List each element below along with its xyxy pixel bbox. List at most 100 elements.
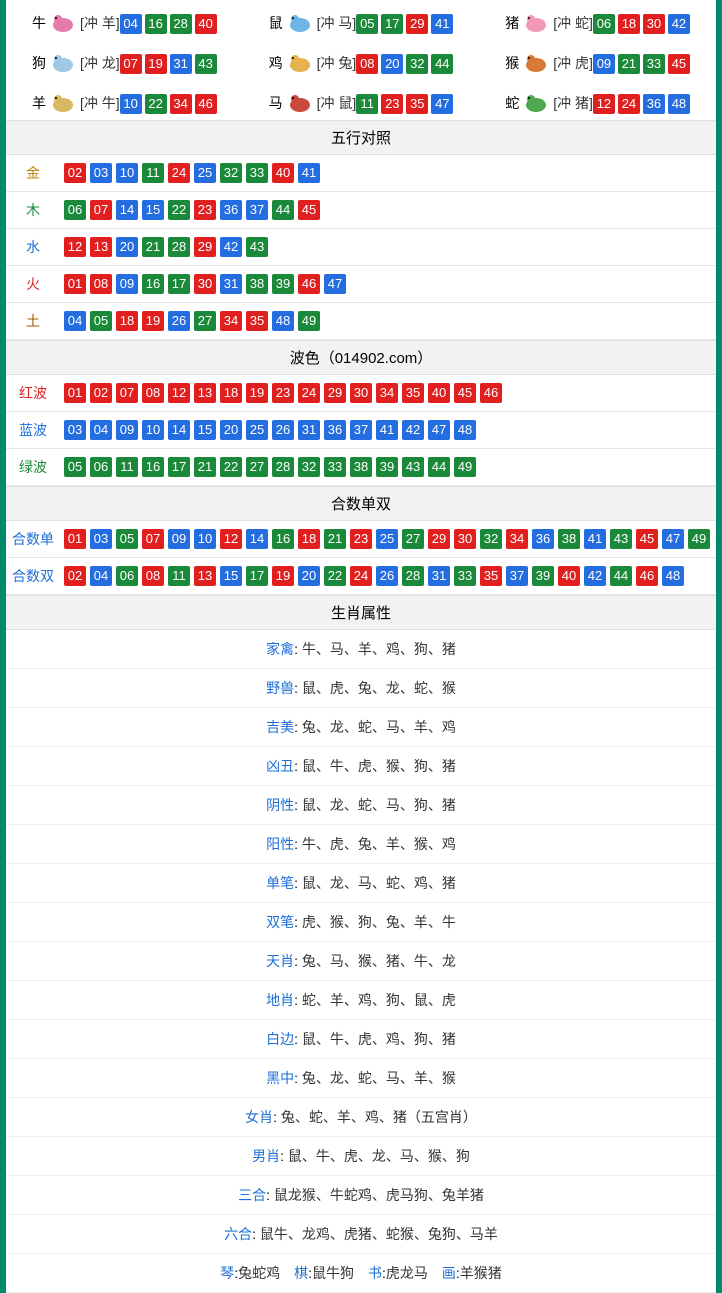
table-row: 合数单0103050709101214161821232527293032343… <box>6 521 716 558</box>
row-label: 合数单 <box>6 521 60 557</box>
number-chip: 11 <box>116 457 138 477</box>
number-chip: 25 <box>376 529 398 549</box>
number-chip: 08 <box>90 274 112 294</box>
number-chip: 08 <box>356 54 378 74</box>
attr-value: 鼠、牛、虎、龙、马、猴、狗 <box>288 1148 470 1164</box>
attr-value: 鼠、龙、蛇、马、狗、猪 <box>302 797 456 813</box>
attr-key: 书 <box>368 1265 382 1281</box>
attr-row: 三合: 鼠龙猴、牛蛇鸡、虎马狗、兔羊猪 <box>6 1176 716 1215</box>
number-chip: 44 <box>610 566 632 586</box>
number-chip: 10 <box>120 94 142 114</box>
zodiac-numbers: 12243648 <box>593 94 690 114</box>
number-chip: 21 <box>194 457 216 477</box>
number-chip: 21 <box>142 237 164 257</box>
attr-key: 家禽 <box>266 641 294 657</box>
attr-key: 琴 <box>220 1265 234 1281</box>
number-chip: 30 <box>643 14 665 34</box>
number-chip: 08 <box>142 383 164 403</box>
zodiac-name: 狗 <box>32 53 46 73</box>
number-chip: 17 <box>168 274 190 294</box>
horse-icon <box>285 92 315 114</box>
zodiac-name: 牛 <box>32 13 46 33</box>
number-chip: 31 <box>220 274 242 294</box>
number-chip: 30 <box>454 529 476 549</box>
number-chip: 09 <box>116 274 138 294</box>
attr-row: 家禽: 牛、马、羊、鸡、狗、猪 <box>6 630 716 669</box>
attr-value: 鼠牛狗 <box>312 1265 354 1281</box>
number-chip: 49 <box>298 311 320 331</box>
number-chip: 10 <box>194 529 216 549</box>
row-numbers: 0204060811131517192022242628313335373940… <box>60 560 716 592</box>
number-chip: 01 <box>64 274 86 294</box>
number-chip: 32 <box>406 54 428 74</box>
row-label: 土 <box>6 303 60 339</box>
number-chip: 21 <box>324 529 346 549</box>
table-row: 红波0102070812131819232429303435404546 <box>6 375 716 412</box>
row-numbers: 03040910141520252631363741424748 <box>60 414 716 446</box>
attr-value: 牛、虎、兔、羊、猴、鸡 <box>302 836 456 852</box>
ox-icon <box>48 12 78 34</box>
row-numbers: 0108091617303138394647 <box>60 268 716 300</box>
number-chip: 26 <box>376 566 398 586</box>
attr-row: 阳性: 牛、虎、兔、羊、猴、鸡 <box>6 825 716 864</box>
number-chip: 12 <box>220 529 242 549</box>
row-numbers: 06071415222336374445 <box>60 194 716 226</box>
zodiac-title: 猪[冲 蛇] <box>505 12 593 34</box>
attr-key: 六合 <box>224 1226 252 1242</box>
attr-value: 鼠、虎、兔、龙、蛇、猴 <box>302 680 456 696</box>
number-chip: 44 <box>431 54 453 74</box>
attr-key: 三合 <box>238 1187 266 1203</box>
attr-key: 阳性 <box>266 836 294 852</box>
number-chip: 02 <box>64 163 86 183</box>
number-chip: 35 <box>480 566 502 586</box>
number-chip: 30 <box>350 383 372 403</box>
zodiac-conflict: [冲 鼠] <box>317 93 357 113</box>
number-chip: 17 <box>168 457 190 477</box>
number-chip: 09 <box>593 54 615 74</box>
table-row: 金02031011242532334041 <box>6 155 716 192</box>
number-chip: 47 <box>431 94 453 114</box>
attr-key: 棋 <box>294 1265 308 1281</box>
number-chip: 13 <box>90 237 112 257</box>
number-chip: 31 <box>298 420 320 440</box>
number-chip: 46 <box>480 383 502 403</box>
zodiac-conflict: [冲 马] <box>317 13 357 33</box>
pig-icon <box>521 12 551 34</box>
number-chip: 11 <box>142 163 164 183</box>
number-chip: 47 <box>428 420 450 440</box>
number-chip: 18 <box>220 383 242 403</box>
number-chip: 17 <box>381 14 403 34</box>
row-numbers: 04051819262734354849 <box>60 305 716 337</box>
number-chip: 02 <box>64 566 86 586</box>
zodiac-title: 猴[冲 虎] <box>505 52 593 74</box>
number-chip: 15 <box>142 200 164 220</box>
rat-icon <box>285 12 315 34</box>
zodiac-cell-rooster: 鸡[冲 兔]08203244 <box>243 40 480 80</box>
attr-row: 双笔: 虎、猴、狗、兔、羊、牛 <box>6 903 716 942</box>
number-chip: 38 <box>558 529 580 549</box>
number-chip: 10 <box>116 163 138 183</box>
number-chip: 35 <box>406 94 428 114</box>
number-chip: 04 <box>90 566 112 586</box>
zodiac-numbers: 06183042 <box>593 14 690 34</box>
row-label: 水 <box>6 229 60 265</box>
row-numbers: 1213202128294243 <box>60 231 716 263</box>
number-chip: 30 <box>194 274 216 294</box>
number-chip: 19 <box>145 54 167 74</box>
row-numbers: 05061116172122272832333839434449 <box>60 451 716 483</box>
number-chip: 11 <box>168 566 190 586</box>
zodiac-grid: 牛[冲 羊]04162840鼠[冲 马]05172941猪[冲 蛇]061830… <box>6 0 716 120</box>
main-frame: 牛[冲 羊]04162840鼠[冲 马]05172941猪[冲 蛇]061830… <box>0 0 722 1293</box>
zodiac-conflict: [冲 龙] <box>80 53 120 73</box>
number-chip: 32 <box>220 163 242 183</box>
number-chip: 33 <box>643 54 665 74</box>
zodiac-title: 羊[冲 牛] <box>32 92 120 114</box>
attr-value: 鼠牛、龙鸡、虎猪、蛇猴、兔狗、马羊 <box>260 1226 498 1242</box>
attr-value: 鼠、牛、虎、猴、狗、猪 <box>302 758 456 774</box>
zodiac-title: 蛇[冲 猪] <box>505 92 593 114</box>
attr-value: 羊猴猪 <box>460 1265 502 1281</box>
number-chip: 26 <box>272 420 294 440</box>
zodiac-conflict: [冲 兔] <box>317 53 357 73</box>
attr-row: 凶丑: 鼠、牛、虎、猴、狗、猪 <box>6 747 716 786</box>
zodiac-numbers: 05172941 <box>356 14 453 34</box>
